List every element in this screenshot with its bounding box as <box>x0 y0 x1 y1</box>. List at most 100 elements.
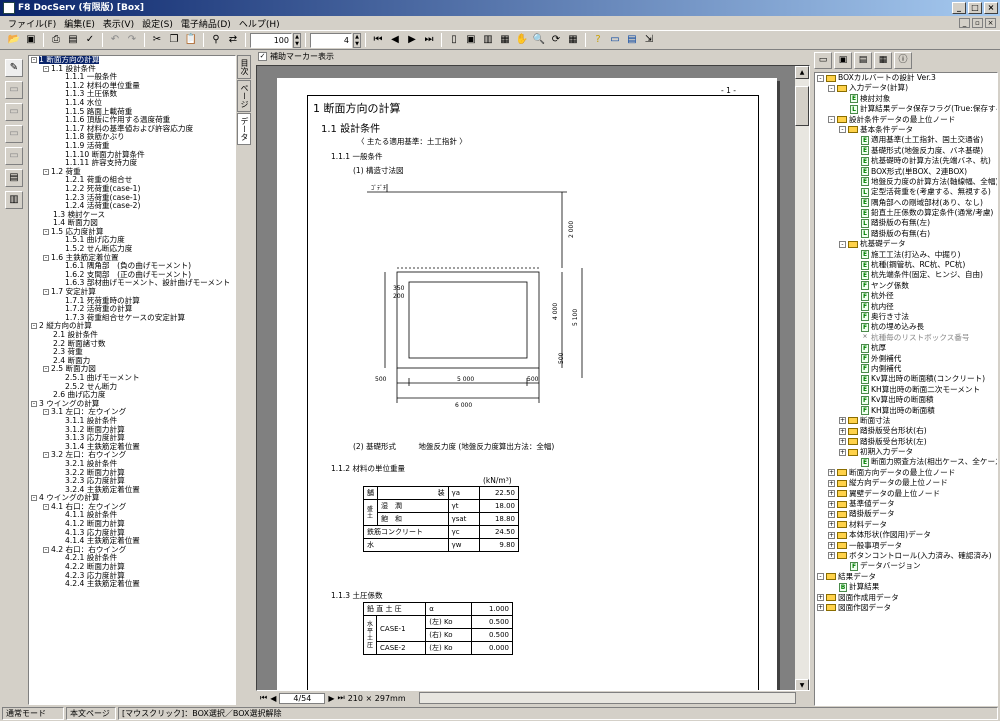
tool-icon-4[interactable]: ▭ <box>5 125 23 143</box>
data-tree-item[interactable]: F 杭厚 <box>815 343 997 353</box>
menu-electronic-delivery[interactable]: 電子納品(D) <box>177 17 235 30</box>
tree-view-icon[interactable]: ▤ <box>854 52 872 69</box>
expand-toggle-icon[interactable]: - <box>828 116 835 124</box>
data-tree-item[interactable]: F 杭外径 <box>815 291 997 301</box>
first-page-icon[interactable]: ⏮ <box>370 32 386 48</box>
data-tree-item[interactable]: + 図面作図データ <box>815 603 997 613</box>
expand-toggle-icon[interactable]: + <box>839 427 846 435</box>
help-icon[interactable]: ? <box>590 32 606 48</box>
mdi-minimize-button[interactable]: _ <box>959 18 970 28</box>
next-page-icon[interactable]: ▶ <box>404 32 420 48</box>
mdi-restore-button[interactable]: ▫ <box>972 18 983 28</box>
data-tree-item[interactable]: + 断面寸法 <box>815 416 997 426</box>
toc-item[interactable]: -4.2 右口：右ウイング <box>29 545 235 555</box>
data-tree-item[interactable]: × 杭種毎のリストボックス番号 <box>815 333 997 343</box>
expand-toggle-icon[interactable]: - <box>43 168 49 175</box>
toc-item[interactable]: 1.1.7 材料の基準値および許容応力度 <box>29 124 235 134</box>
horizontal-scrollbar[interactable] <box>418 692 796 704</box>
grid-view-icon[interactable]: ▦ <box>874 52 892 69</box>
expand-toggle-icon[interactable]: - <box>31 57 37 63</box>
data-tree-item[interactable]: + ボタンコントロール(入力済み、確認済み) <box>815 551 997 561</box>
data-tree-item[interactable]: E 杭種(鋼管杭、RC杭、PC杭) <box>815 260 997 270</box>
toc-item[interactable]: 1.1.2 材料の単位重量 <box>29 81 235 91</box>
toc-item[interactable]: -1.1 設計条件 <box>29 64 235 74</box>
multi-page-icon[interactable]: ▦ <box>497 32 513 48</box>
data-tree-item[interactable]: B 計算結果 <box>815 582 997 592</box>
menu-view[interactable]: 表示(V) <box>99 17 138 30</box>
expand-toggle-icon[interactable]: + <box>828 469 835 477</box>
panel-icon[interactable]: ▤ <box>624 32 640 48</box>
data-tree-item[interactable]: E 杭基礎時の計算方法(先端バネ、杭) <box>815 156 997 166</box>
data-tree-item[interactable]: L 踏掛版の有無(右) <box>815 229 997 239</box>
copy-icon[interactable]: ❐ <box>166 32 182 48</box>
expand-toggle-icon[interactable]: + <box>817 594 824 602</box>
expand-toggle-icon[interactable]: + <box>828 542 835 550</box>
page-spinner[interactable]: ▲ ▼ <box>353 32 361 48</box>
data-tree-item[interactable]: E KH算出時の断面二次モーメント <box>815 385 997 395</box>
expand-toggle-icon[interactable]: + <box>839 448 846 456</box>
toc-item[interactable]: 3.1.2 断面力計算 <box>29 425 235 435</box>
data-tree-item[interactable]: - 結果データ <box>815 572 997 582</box>
tool-icon-5[interactable]: ▭ <box>5 147 23 165</box>
page-input[interactable]: 4 <box>310 32 352 48</box>
data-tree-item[interactable]: L 踏掛版の有無(左) <box>815 218 997 228</box>
scroll-thumb[interactable] <box>795 86 809 126</box>
zoom-tool-icon[interactable]: 🔍 <box>531 32 547 48</box>
nav-last-icon[interactable]: ⏭ <box>338 693 345 703</box>
expand-toggle-icon[interactable]: - <box>817 74 824 82</box>
toc-item[interactable]: 4.2.4 主鉄筋定着位置 <box>29 579 235 589</box>
toc-item[interactable]: 2.5.1 曲げモーメント <box>29 373 235 383</box>
grid-icon[interactable]: ▦ <box>565 32 581 48</box>
two-page-icon[interactable]: ▥ <box>480 32 496 48</box>
data-tree-item[interactable]: F 外側補代 <box>815 354 997 364</box>
data-tree-item[interactable]: E 地盤反力度の計算方法(軸線幅、全幅) <box>815 177 997 187</box>
data-tree-item[interactable]: + 縦方向データの最上位ノード <box>815 478 997 488</box>
expand-toggle-icon[interactable]: - <box>31 495 37 502</box>
expand-toggle-icon[interactable]: - <box>43 409 49 416</box>
expand-toggle-icon[interactable]: - <box>43 452 49 459</box>
save-icon[interactable]: ▣ <box>23 32 39 48</box>
data-tree-item[interactable]: E 施工工法(打込み、中掘り) <box>815 250 997 260</box>
tab-toc[interactable]: 目次 <box>237 55 251 79</box>
data-tree-item[interactable]: E 杭先端条件(固定、ヒンジ、自由) <box>815 270 997 280</box>
expand-toggle-icon[interactable]: - <box>43 366 49 373</box>
spell-icon[interactable]: ✓ <box>82 32 98 48</box>
refresh-icon[interactable]: ⟳ <box>548 32 564 48</box>
document-viewport[interactable]: - 1 - 1 断面方向の計算 1.1 設計条件 〈 主たる適用基準：土工指針 … <box>256 65 810 691</box>
folder-icon[interactable]: ▭ <box>814 52 832 69</box>
zoom-input[interactable]: 100 <box>250 32 292 48</box>
data-tree-item[interactable]: + 基準値データ <box>815 499 997 509</box>
minimize-button[interactable]: _ <box>952 2 966 14</box>
data-tree-item[interactable]: - 基本条件データ <box>815 125 997 135</box>
nav-prev-icon[interactable]: ◀ <box>270 694 276 703</box>
single-page-icon[interactable]: ▯ <box>446 32 462 48</box>
data-tree-item[interactable]: L 定型活荷重を(考慮する、無視する) <box>815 187 997 197</box>
scroll-up-icon[interactable]: ▲ <box>795 66 809 79</box>
menu-settings[interactable]: 設定(S) <box>138 17 177 30</box>
data-tree-item[interactable]: F 内側補代 <box>815 364 997 374</box>
redo-icon[interactable]: ↷ <box>124 32 140 48</box>
data-tree-item[interactable]: + 図面作成用データ <box>815 593 997 603</box>
tree-list-icon[interactable]: ▥ <box>5 191 23 209</box>
export-icon[interactable]: ⇲ <box>641 32 657 48</box>
data-tree-item[interactable]: - 杭基礎データ <box>815 239 997 249</box>
maximize-button[interactable]: □ <box>968 2 982 14</box>
print-preview-icon[interactable]: ▤ <box>65 32 81 48</box>
data-tree-item[interactable]: E BOX形式(単BOX、2連BOX) <box>815 167 997 177</box>
last-page-icon[interactable]: ⏭ <box>421 32 437 48</box>
toc-item[interactable]: 4.2.2 断面力計算 <box>29 562 235 572</box>
tool-icon-2[interactable]: ▭ <box>5 81 23 99</box>
toc-item[interactable]: 1.1.8 鉄筋かぶり <box>29 133 235 142</box>
data-tree-item[interactable]: E Kv算出時の断面積(コンクリート) <box>815 374 997 384</box>
data-tree-item[interactable]: E 基礎形式(地盤反力度、バネ基礎) <box>815 146 997 156</box>
data-tree-item[interactable]: E 検討対象 <box>815 94 997 104</box>
expand-toggle-icon[interactable]: - <box>817 573 824 581</box>
hand-tool-icon[interactable]: ✋ <box>514 32 530 48</box>
menu-help[interactable]: ヘルプ(H) <box>235 17 284 30</box>
cut-icon[interactable]: ✂ <box>149 32 165 48</box>
menu-edit[interactable]: 編集(E) <box>60 17 99 30</box>
info-icon[interactable]: ⓘ <box>894 52 912 69</box>
open-icon[interactable]: 📂 <box>6 32 22 48</box>
data-tree-item[interactable]: + 踏掛版受台形状(左) <box>815 437 997 447</box>
prev-page-icon[interactable]: ◀ <box>387 32 403 48</box>
